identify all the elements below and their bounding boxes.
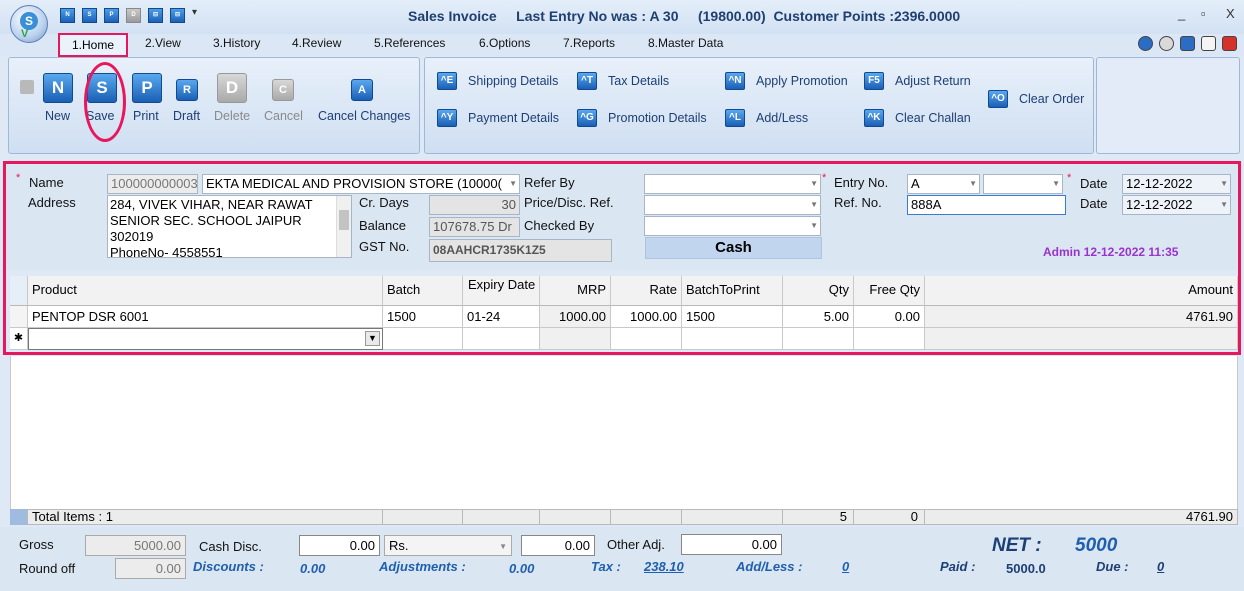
print-icon[interactable]: P [132,73,162,103]
discounts-label: Discounts : [193,559,264,574]
grid-empty-area [10,356,1238,509]
adjustments-label: Adjustments : [379,559,466,574]
net-label: NET : [992,535,1042,556]
cancel-changes-button[interactable]: Cancel Changes [318,109,410,123]
total-blank [682,509,783,525]
ribbon-tab-row [0,34,1244,56]
chevron-down-icon: ▼ [499,542,507,551]
total-blank [463,509,540,525]
other-adj-input[interactable]: 0.00 [681,534,782,555]
support-icon[interactable] [1159,36,1174,51]
ribbon-empty-group [1096,57,1240,154]
round-off-field: 0.00 [115,558,186,579]
app-logo-icon[interactable]: SV [10,5,48,43]
gross-field: 5000.00 [85,535,186,556]
add-less-link[interactable]: 0 [842,559,849,574]
minimize-button[interactable]: _ [1178,6,1185,21]
apply-promotion-button[interactable]: Apply Promotion [756,74,848,88]
notes-icon[interactable] [1201,36,1216,51]
quick-new-icon[interactable]: N [60,8,75,23]
totals-row-marker [10,509,28,525]
window-title: Sales Invoice Last Entry No was : A 30 (… [408,8,961,24]
clear-order-button[interactable]: Clear Order [1019,92,1084,106]
total-blank [383,509,463,525]
delete-button: Delete [214,109,251,123]
tab-home[interactable]: 1.Home [58,33,128,57]
shipping-details-button[interactable]: Shipping Details [468,74,558,88]
new-button[interactable]: New [45,109,70,123]
adjust-return-icon[interactable]: F5 [864,72,884,90]
cancel-icon: C [272,79,294,101]
ribbon-main-group [8,57,420,154]
clear-challan-button[interactable]: Clear Challan [895,111,971,125]
due-link[interactable]: 0 [1157,559,1164,574]
total-free-qty: 0 [854,509,925,525]
other-adj-label: Other Adj. [607,537,665,552]
cancel-button: Cancel [264,109,303,123]
tab-references[interactable]: 5.References [374,36,445,50]
cancel-changes-icon[interactable]: A [351,79,373,101]
paid-value: 5000.0 [1006,561,1046,576]
clear-challan-icon[interactable]: ^K [864,109,884,127]
promotion-details-button[interactable]: Promotion Details [608,111,707,125]
discounts-value: 0.00 [300,561,326,576]
shipping-details-icon[interactable]: ^E [437,72,457,90]
tab-view[interactable]: 2.View [145,36,181,50]
save-highlight-circle [84,62,126,142]
tax-label: Tax : [591,559,621,574]
print-button[interactable]: Print [133,109,159,123]
add-less-label: Add/Less : [736,559,803,574]
draft-button[interactable]: Draft [173,109,200,123]
adjustments-value: 0.00 [509,561,535,576]
cash-disc-input[interactable]: 0.00 [299,535,380,556]
tab-master-data[interactable]: 8.Master Data [648,36,723,50]
cash-disc-amount-input[interactable]: 0.00 [521,535,595,556]
new-icon[interactable]: N [43,73,73,103]
payment-details-button[interactable]: Payment Details [468,111,559,125]
clear-order-icon[interactable]: ^O [988,90,1008,108]
tax-link[interactable]: 238.10 [644,559,684,574]
tab-history[interactable]: 3.History [213,36,260,50]
quick-save-icon[interactable]: S [82,8,97,23]
info-icon[interactable] [1180,36,1195,51]
round-off-label: Round off [19,561,76,576]
add-less-button[interactable]: Add/Less [756,111,808,125]
adjust-return-button[interactable]: Adjust Return [895,74,971,88]
tab-reports[interactable]: 7.Reports [563,36,615,50]
tax-details-icon[interactable]: ^T [577,72,597,90]
gross-label: Gross [19,537,54,552]
cash-disc-type-value: Rs. [389,538,409,553]
close-button[interactable]: X [1226,6,1235,21]
draft-icon[interactable]: R [176,79,198,101]
net-value: 5000 [1075,535,1118,556]
total-amount: 4761.90 [925,509,1238,525]
quick-print-icon[interactable]: P [104,8,119,23]
quick-window-icon[interactable]: ⊟ [148,8,163,23]
apply-promotion-icon[interactable]: ^N [725,72,745,90]
add-less-icon[interactable]: ^L [725,109,745,127]
cash-disc-label: Cash Disc. [199,539,262,554]
paid-label: Paid : [940,559,976,574]
due-label: Due : [1096,559,1129,574]
quick-delete-icon[interactable]: D [126,8,141,23]
total-blank [611,509,682,525]
tab-options[interactable]: 6.Options [479,36,530,50]
delete-icon: D [217,73,247,103]
exit-icon[interactable] [1222,36,1237,51]
lock-icon [20,80,34,94]
total-items: Total Items : 1 [28,509,383,525]
total-blank [540,509,611,525]
tax-details-button[interactable]: Tax Details [608,74,669,88]
restore-button[interactable]: ▫ [1201,6,1206,21]
header-highlight-box [3,161,1241,355]
promotion-details-icon[interactable]: ^G [577,109,597,127]
cash-disc-type-select[interactable]: Rs. ▼ [384,535,512,556]
help-icon[interactable] [1138,36,1153,51]
payment-details-icon[interactable]: ^Y [437,109,457,127]
tab-review[interactable]: 4.Review [292,36,341,50]
total-qty: 5 [783,509,854,525]
quick-window-2-icon[interactable]: ⊟ [170,8,185,23]
customize-toolbar-icon[interactable]: ▾ [192,7,197,18]
